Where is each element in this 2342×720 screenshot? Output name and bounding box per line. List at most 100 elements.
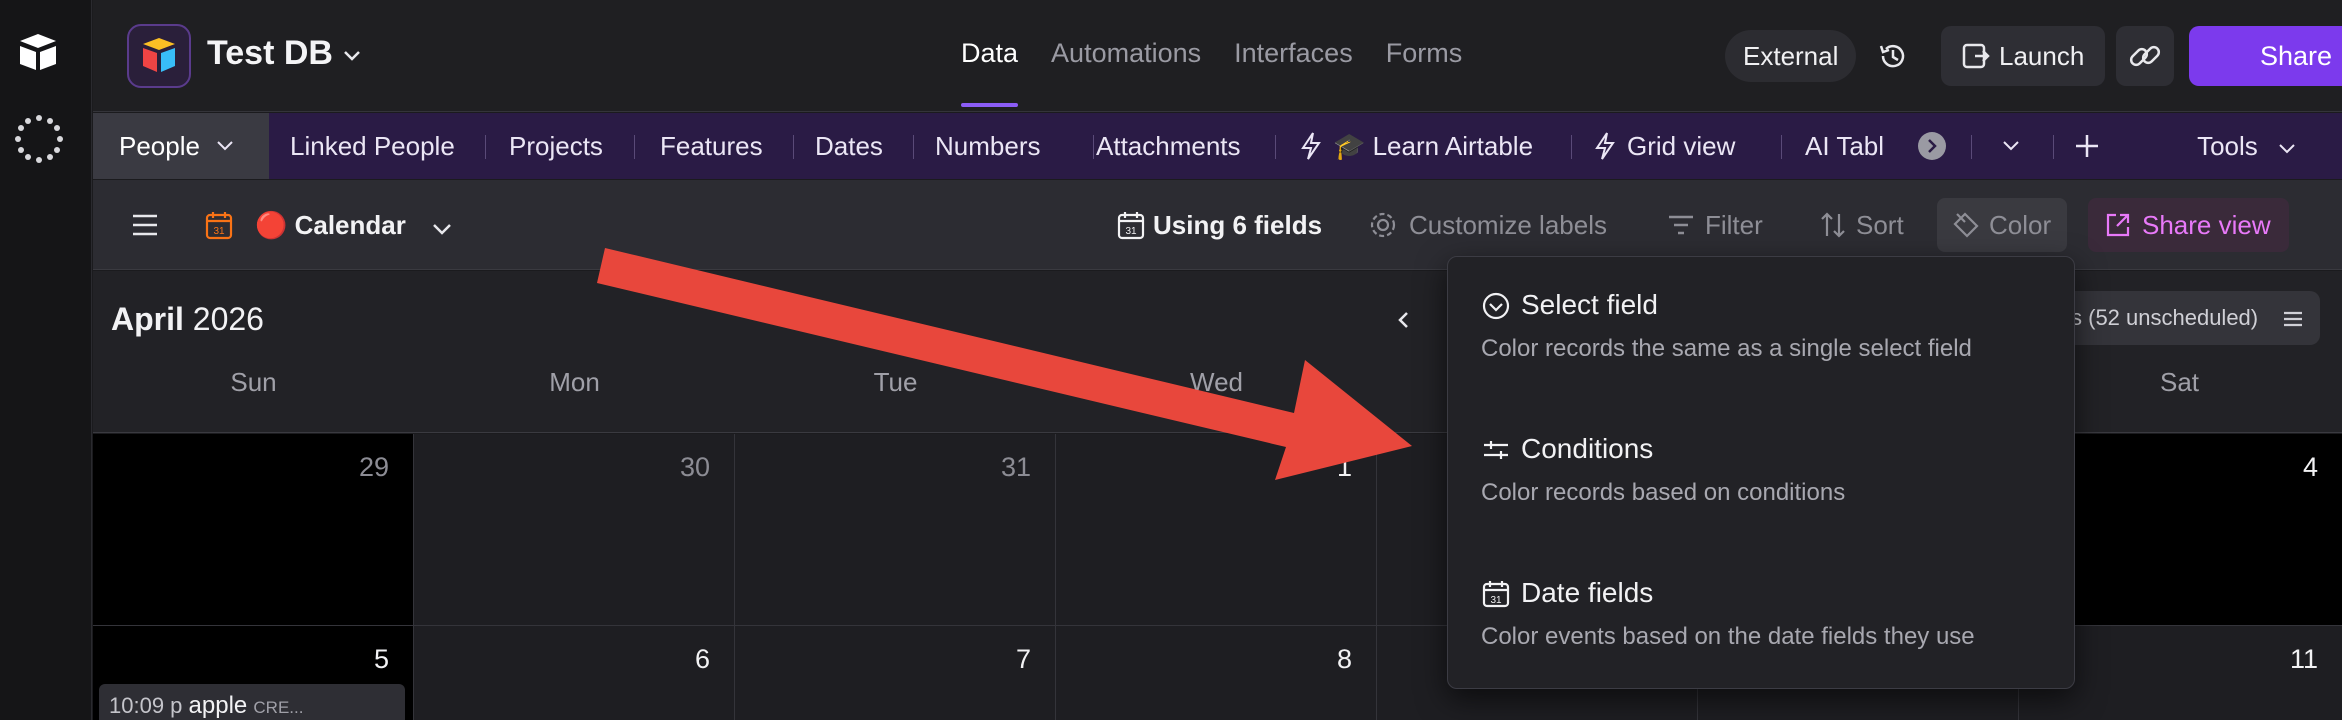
airtable-logo-icon[interactable] (16, 32, 60, 72)
day-cell[interactable]: 1 (1056, 434, 1377, 626)
tab-linked-people[interactable]: Linked People (290, 113, 455, 179)
color-option-conditions[interactable]: Conditions Color records based on condit… (1481, 433, 1845, 507)
tools-menu[interactable]: Tools (2197, 113, 2297, 179)
external-link-icon (2106, 213, 2130, 237)
day-cell[interactable]: 30 (414, 434, 735, 626)
color-option-select-field[interactable]: Select field Color records the same as a… (1481, 289, 1972, 363)
all-tables-chevron-icon[interactable] (2001, 135, 2021, 155)
day-number: 29 (358, 452, 389, 482)
top-bar: Test DB Data Automations Interfaces Form… (93, 0, 2342, 112)
automation-bolt-icon (1301, 132, 1321, 160)
nav-data[interactable]: Data (961, 38, 1019, 107)
day-cell[interactable]: 8 (1056, 626, 1377, 720)
weekday-header: Tue (873, 367, 918, 397)
add-table-icon[interactable] (2073, 132, 2101, 160)
tab-attachments[interactable]: Attachments (1096, 113, 1241, 179)
tab-label: People (119, 131, 200, 161)
unscheduled-label: s (52 unscheduled) (2071, 305, 2259, 330)
tab-ai-table[interactable]: AI Tabl (1805, 113, 1915, 179)
month-title: April 2026 (111, 301, 264, 338)
day-number: 7 (1015, 644, 1031, 674)
base-icon[interactable] (127, 24, 191, 88)
share-label: Share (2259, 41, 2333, 71)
chevron-down-icon (2279, 144, 2295, 154)
calendar-icon: 31 (205, 212, 233, 240)
tab-divider (1275, 135, 1276, 159)
tab-divider (1093, 135, 1094, 159)
tab-learn-airtable[interactable]: 🎓 Learn Airtable (1333, 113, 1533, 179)
external-badge[interactable]: External (1725, 30, 1857, 82)
scroll-tabs-right-button[interactable] (1918, 132, 1946, 160)
tab-features[interactable]: Features (660, 113, 763, 179)
option-title: Date fields (1521, 577, 1654, 608)
day-number: 30 (679, 452, 710, 482)
select-field-icon (1482, 292, 1510, 320)
option-description: Color records based on conditions (1481, 479, 1846, 506)
day-cell[interactable]: 31 (735, 434, 1056, 626)
chevron-down-icon[interactable] (341, 44, 363, 66)
day-cell[interactable]: 5 10:09 p apple CRE... (93, 626, 414, 720)
event-title: apple (188, 692, 248, 719)
history-icon[interactable] (1875, 38, 1911, 74)
tab-divider (2053, 135, 2054, 159)
nav-interfaces[interactable]: Interfaces (1234, 38, 1353, 69)
weekday-header: Wed (1190, 367, 1243, 397)
gear-icon (1370, 212, 1396, 238)
chevron-right-icon (1928, 139, 1937, 153)
chevron-down-icon[interactable] (215, 135, 235, 155)
event-time: 10:09 p (109, 693, 183, 718)
conditions-sliders-icon (1484, 441, 1508, 459)
share-button[interactable]: Share (2189, 26, 2342, 86)
copy-link-button[interactable] (2116, 26, 2174, 86)
launch-button[interactable]: Launch (1941, 26, 2105, 86)
option-title: Conditions (1521, 433, 1654, 464)
share-view-button[interactable]: Share view (2088, 198, 2289, 252)
app-sidebar (0, 0, 92, 720)
day-cell[interactable]: 7 (735, 626, 1056, 720)
tab-people[interactable]: People (93, 113, 269, 179)
tab-divider (634, 135, 635, 159)
tab-divider (485, 135, 486, 159)
sort-icon (1821, 212, 1845, 238)
day-number: 31 (1000, 452, 1031, 482)
launch-label: Launch (1999, 41, 2085, 71)
tab-divider (1781, 135, 1782, 159)
tab-divider (1971, 135, 1972, 159)
option-description: Color records the same as a single selec… (1481, 335, 1972, 362)
tab-divider (793, 135, 794, 159)
filter-icon (1669, 215, 1693, 235)
tab-dates[interactable]: Dates (815, 113, 883, 179)
previous-month-button[interactable] (1393, 309, 1415, 331)
chevron-down-icon[interactable] (431, 218, 453, 240)
svg-text:31: 31 (1125, 226, 1137, 237)
option-description: Color events based on the date fields th… (1481, 623, 1975, 650)
color-label: Color (1989, 210, 2052, 240)
tab-numbers[interactable]: Numbers (935, 113, 1040, 179)
unscheduled-records-button[interactable]: s (52 unscheduled) (2051, 291, 2321, 345)
svg-text:31: 31 (213, 226, 225, 237)
table-tabs: People Linked People Projects Features D… (93, 113, 2342, 179)
day-cell[interactable]: 29 (93, 434, 414, 626)
nav-forms[interactable]: Forms (1386, 38, 1463, 69)
calendar-event[interactable]: 10:09 p apple CRE... (99, 684, 405, 720)
color-button[interactable]: Color (1937, 198, 2068, 252)
share-view-label: Share view (2142, 210, 2271, 240)
base-title[interactable]: Test DB (207, 34, 333, 73)
day-cell[interactable]: 6 (414, 626, 735, 720)
date-field-calendar-icon: 31 (1482, 581, 1510, 608)
color-option-date-fields[interactable]: 31 Date fields Color events based on the… (1481, 577, 1975, 651)
event-tag: CRE... (253, 698, 304, 717)
tab-divider (913, 135, 914, 159)
nav-automations[interactable]: Automations (1051, 38, 1201, 69)
view-name[interactable]: 🔴 Calendar (255, 180, 406, 270)
day-number: 5 (373, 644, 389, 674)
color-options-menu: Select field Color records the same as a… (1447, 256, 2075, 689)
weekday-header: Sun (230, 367, 277, 397)
tab-grid-view[interactable]: Grid view (1627, 113, 1735, 179)
option-title: Select field (1521, 289, 1658, 320)
tab-projects[interactable]: Projects (509, 113, 603, 179)
hamburger-menu-icon[interactable] (131, 212, 159, 238)
list-icon (2284, 312, 2303, 327)
month-name: April (111, 301, 184, 337)
using-fields-button[interactable]: Using 6 fields (1153, 180, 1322, 270)
